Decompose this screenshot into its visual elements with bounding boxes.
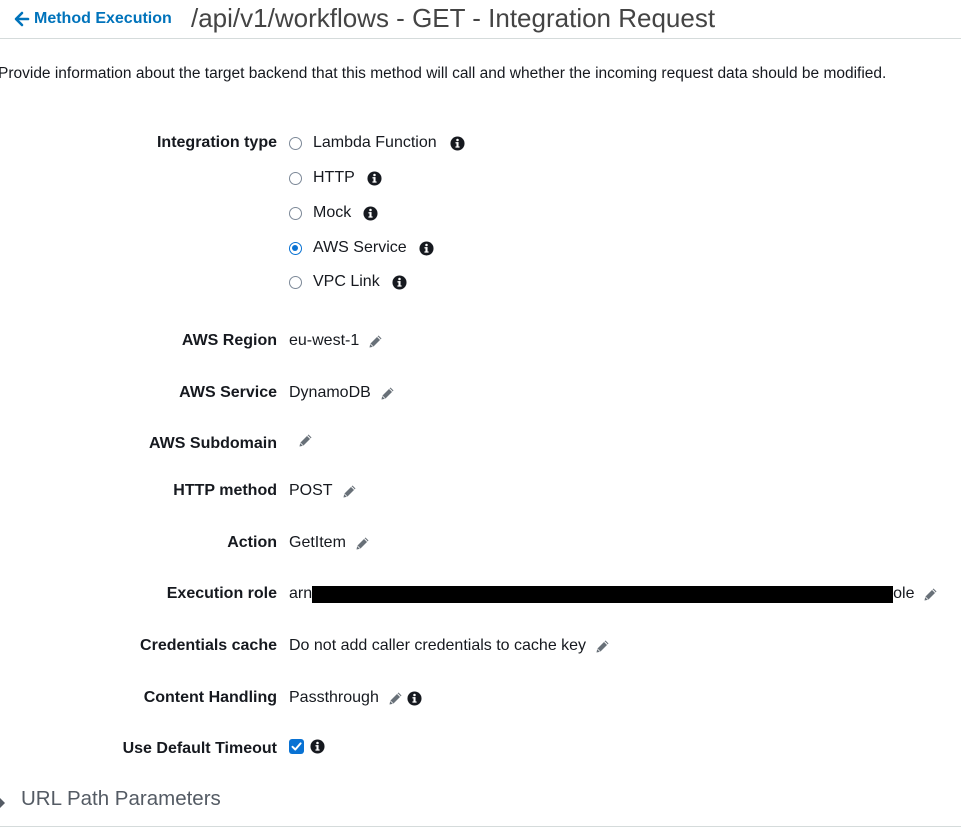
use-default-timeout-label: Use Default Timeout xyxy=(122,740,277,757)
aws-service-label: AWS Service xyxy=(179,384,277,401)
pencil-icon[interactable] xyxy=(368,334,383,349)
credentials-cache-text: Do not add caller credentials to cache k… xyxy=(289,637,587,654)
execution-role-prefix: arn xyxy=(289,585,313,602)
radio-button[interactable] xyxy=(289,206,302,220)
radio-aws-service[interactable]: AWS Service xyxy=(289,239,434,257)
pencil-icon[interactable] xyxy=(380,386,395,401)
action-value: GetItem xyxy=(289,534,370,552)
info-icon[interactable] xyxy=(450,136,465,151)
execution-role-label: Execution role xyxy=(166,585,277,602)
caret-right-icon xyxy=(0,798,5,808)
radio-button[interactable] xyxy=(289,275,302,289)
aws-subdomain-label: AWS Subdomain xyxy=(149,435,277,452)
content-handling-value: Passthrough xyxy=(289,689,422,707)
credentials-cache-label: Credentials cache xyxy=(140,637,277,654)
radio-button[interactable] xyxy=(289,171,302,185)
content-handling-label: Content Handling xyxy=(143,689,277,706)
content-handling-text: Passthrough xyxy=(289,689,379,706)
aws-subdomain-value xyxy=(289,433,313,448)
aws-region-label: AWS Region xyxy=(181,332,277,349)
page-description: Provide information about the target bac… xyxy=(0,65,887,82)
url-path-parameters-section[interactable]: URL Path Parameters xyxy=(0,786,961,827)
action-label: Action xyxy=(227,534,277,551)
radio-http[interactable]: HTTP xyxy=(289,169,382,187)
radio-label: HTTP xyxy=(313,169,355,186)
pencil-icon[interactable] xyxy=(298,433,313,448)
redaction-bar xyxy=(312,585,894,603)
radio-button-selected[interactable] xyxy=(289,241,302,255)
use-default-timeout-value xyxy=(289,739,325,754)
checkmark-icon xyxy=(291,742,302,751)
pencil-icon[interactable] xyxy=(388,691,403,706)
pencil-icon[interactable] xyxy=(595,639,610,654)
http-method-text: POST xyxy=(289,482,333,499)
execution-role-value: arn ole xyxy=(289,585,938,603)
info-icon[interactable] xyxy=(367,171,382,186)
page-header: Method Execution /api/v1/workflows - GET… xyxy=(0,0,961,39)
section-title: URL Path Parameters xyxy=(21,787,221,810)
http-method-value: POST xyxy=(289,482,357,500)
radio-label: AWS Service xyxy=(313,239,407,256)
info-icon[interactable] xyxy=(363,206,378,221)
info-icon[interactable] xyxy=(310,739,325,754)
radio-label: Lambda Function xyxy=(313,134,437,151)
pencil-icon[interactable] xyxy=(342,484,357,499)
info-icon[interactable] xyxy=(407,691,422,706)
integration-type-label: Integration type xyxy=(156,134,277,151)
pencil-icon[interactable] xyxy=(355,536,370,551)
aws-region-value: eu-west-1 xyxy=(289,332,383,350)
radio-vpc-link[interactable]: VPC Link xyxy=(289,273,407,291)
pencil-icon[interactable] xyxy=(923,587,938,602)
info-icon[interactable] xyxy=(392,275,407,290)
action-text: GetItem xyxy=(289,534,346,551)
page-title: /api/v1/workflows - GET - Integration Re… xyxy=(191,3,716,33)
radio-lambda-function[interactable]: Lambda Function xyxy=(289,134,465,152)
aws-region-text: eu-west-1 xyxy=(289,332,360,349)
use-default-timeout-checkbox[interactable] xyxy=(289,739,304,754)
radio-button[interactable] xyxy=(289,136,302,150)
aws-service-text: DynamoDB xyxy=(289,384,371,401)
http-method-label: HTTP method xyxy=(173,482,277,499)
execution-role-suffix: ole xyxy=(893,585,915,602)
credentials-cache-value: Do not add caller credentials to cache k… xyxy=(289,637,610,655)
aws-service-value: DynamoDB xyxy=(289,384,395,402)
radio-label: Mock xyxy=(313,204,352,221)
arrow-left-icon xyxy=(14,11,30,27)
back-link-label: Method Execution xyxy=(34,10,172,27)
method-execution-back-link[interactable]: Method Execution xyxy=(14,10,172,28)
radio-mock[interactable]: Mock xyxy=(289,204,378,222)
radio-label: VPC Link xyxy=(313,273,380,290)
info-icon[interactable] xyxy=(419,241,434,256)
